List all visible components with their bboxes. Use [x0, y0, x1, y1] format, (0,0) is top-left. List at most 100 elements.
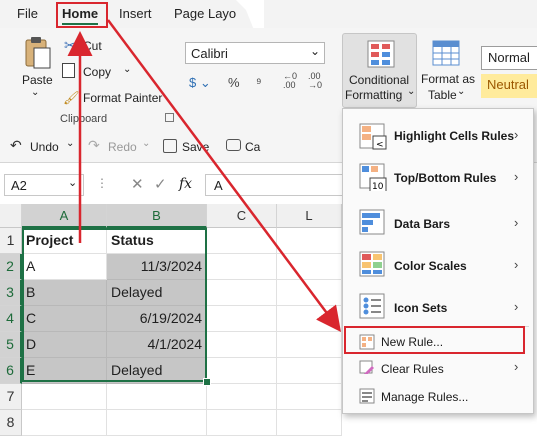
- insert-function-button[interactable]: fx: [179, 176, 192, 192]
- row-header[interactable]: 7: [0, 384, 22, 410]
- cell-l5[interactable]: [277, 332, 342, 358]
- tab-insert[interactable]: Insert: [119, 6, 152, 21]
- undo-icon[interactable]: ↶: [10, 137, 22, 154]
- row-header[interactable]: 8: [0, 410, 22, 436]
- menu-item-icon-sets[interactable]: Icon Sets ›: [343, 287, 533, 327]
- cell-l1[interactable]: [277, 228, 342, 254]
- row-header[interactable]: 2: [0, 254, 22, 280]
- cell-c6[interactable]: [207, 358, 277, 384]
- paste-icon[interactable]: [22, 36, 54, 70]
- cell-c2[interactable]: [207, 254, 277, 280]
- copy-button[interactable]: Copy: [83, 65, 111, 79]
- row-header[interactable]: 5: [0, 332, 22, 358]
- cell-b1[interactable]: Status: [107, 228, 207, 254]
- cf-label-line1: Conditional: [349, 73, 410, 87]
- undo-chevron-icon[interactable]: ⌄: [66, 138, 74, 149]
- cell-b8[interactable]: [107, 410, 207, 436]
- cell-a5[interactable]: D: [22, 332, 107, 358]
- save-button[interactable]: Save: [182, 140, 209, 154]
- col-header-l[interactable]: L: [277, 204, 342, 228]
- menu-item-top-bottom-rules[interactable]: 10 Top/Bottom Rules ›: [343, 159, 533, 199]
- cell-a3[interactable]: B: [22, 280, 107, 306]
- cell-c8[interactable]: [207, 410, 277, 436]
- format-as-table-icon[interactable]: [432, 40, 460, 66]
- enter-icon[interactable]: ✓: [154, 175, 167, 193]
- chevron-down-icon[interactable]: ⌄: [68, 176, 77, 189]
- col-header-b[interactable]: B: [107, 204, 207, 228]
- col-header-a[interactable]: A: [22, 204, 107, 228]
- cell-l7[interactable]: [277, 384, 342, 410]
- camera-icon[interactable]: [226, 139, 241, 151]
- comma-icon[interactable]: ⁹: [256, 75, 262, 90]
- paste-chevron-icon[interactable]: ⌄: [31, 87, 39, 98]
- col-header-c[interactable]: C: [207, 204, 277, 228]
- formula-input[interactable]: A: [205, 174, 345, 196]
- redo-chevron-icon[interactable]: ⌄: [142, 138, 150, 149]
- menu-item-label: Icon Sets: [394, 301, 448, 315]
- cell-a1[interactable]: Project: [22, 228, 107, 254]
- menu-item-color-scales[interactable]: Color Scales ›: [343, 245, 533, 285]
- cell-a4[interactable]: C: [22, 306, 107, 332]
- cell-b5[interactable]: 4/1/2024: [107, 332, 207, 358]
- cell-b2[interactable]: 11/3/2024: [107, 254, 207, 280]
- chevron-right-icon: ›: [514, 169, 519, 184]
- currency-icon[interactable]: $ ⌄: [189, 75, 211, 91]
- cell-l6[interactable]: [277, 358, 342, 384]
- cell-c4[interactable]: [207, 306, 277, 332]
- row-header[interactable]: 6: [0, 358, 22, 384]
- dialog-launcher-icon[interactable]: [165, 113, 174, 122]
- style-normal[interactable]: Normal: [481, 46, 537, 70]
- data-bars-icon: [359, 209, 385, 235]
- cell-a6[interactable]: E: [22, 358, 107, 384]
- cell-l2[interactable]: [277, 254, 342, 280]
- undo-button[interactable]: Undo: [30, 140, 59, 154]
- cell-a7[interactable]: [22, 384, 107, 410]
- chevron-right-icon: ›: [514, 359, 519, 374]
- conditional-formatting-button[interactable]: Conditional Formatting ⌄: [342, 33, 417, 108]
- chevron-down-icon[interactable]: ⌄: [457, 86, 465, 97]
- increase-decimal-icon[interactable]: ←0.00: [283, 72, 297, 90]
- style-neutral[interactable]: Neutral: [481, 74, 537, 98]
- menu-item-highlight-cells-rules[interactable]: < Highlight Cells Rules ›: [343, 117, 533, 157]
- cell-l8[interactable]: [277, 410, 342, 436]
- percent-icon[interactable]: %: [228, 75, 240, 90]
- svg-text:<: <: [376, 140, 384, 150]
- cell-c3[interactable]: [207, 280, 277, 306]
- tab-page-layout[interactable]: Page Layo: [174, 6, 236, 21]
- camera-button[interactable]: Ca: [245, 140, 260, 154]
- cell-b4[interactable]: 6/19/2024: [107, 306, 207, 332]
- decrease-decimal-icon[interactable]: .00 →0: [308, 72, 322, 90]
- row-header[interactable]: 3: [0, 280, 22, 306]
- save-icon[interactable]: [163, 139, 177, 153]
- cut-button[interactable]: Cut: [83, 39, 102, 53]
- cell-c1[interactable]: [207, 228, 277, 254]
- font-name-select[interactable]: Calibri ⌄: [185, 42, 325, 64]
- clipboard-group-label: Clipboard: [60, 113, 108, 125]
- menu-item-clear-rules[interactable]: Clear Rules ›: [343, 357, 533, 381]
- cell-l3[interactable]: [277, 280, 342, 306]
- select-all-corner[interactable]: [0, 204, 22, 228]
- cell-a2-active[interactable]: A: [22, 254, 107, 280]
- row-header[interactable]: 4: [0, 306, 22, 332]
- menu-item-data-bars[interactable]: Data Bars ›: [343, 203, 533, 243]
- tab-file[interactable]: File: [17, 6, 38, 21]
- copy-chevron-icon[interactable]: ⌄: [123, 64, 131, 75]
- fill-handle[interactable]: [203, 378, 211, 386]
- row-header[interactable]: 1: [0, 228, 22, 254]
- menu-item-manage-rules[interactable]: Manage Rules...: [343, 385, 533, 409]
- redo-button[interactable]: Redo: [108, 140, 137, 154]
- format-as-table-label-line2[interactable]: Table: [428, 88, 457, 102]
- format-painter-button[interactable]: Format Painter: [83, 91, 162, 105]
- format-as-table-label-line1[interactable]: Format as: [421, 72, 475, 86]
- more-options-icon[interactable]: ⋮: [96, 176, 108, 190]
- cell-l4[interactable]: [277, 306, 342, 332]
- cell-c5[interactable]: [207, 332, 277, 358]
- cell-b3[interactable]: Delayed: [107, 280, 207, 306]
- cancel-icon[interactable]: ✕: [131, 175, 144, 193]
- paste-button[interactable]: Paste: [22, 73, 53, 87]
- cell-c7[interactable]: [207, 384, 277, 410]
- cell-a8[interactable]: [22, 410, 107, 436]
- cell-b6[interactable]: Delayed: [107, 358, 207, 384]
- redo-icon[interactable]: ↷: [88, 137, 100, 154]
- cell-b7[interactable]: [107, 384, 207, 410]
